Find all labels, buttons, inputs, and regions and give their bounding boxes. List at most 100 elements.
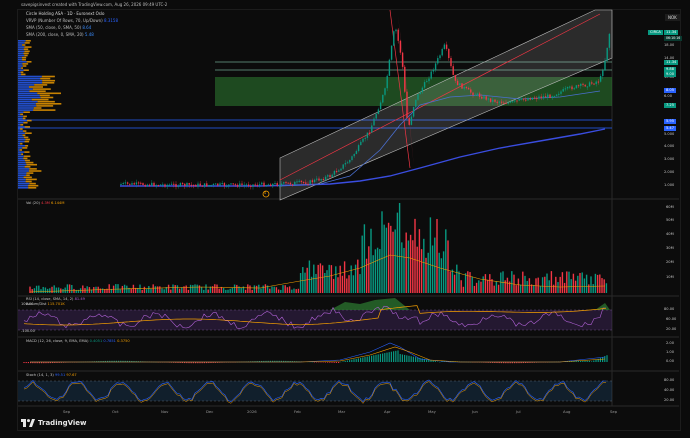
candle-body	[430, 71, 432, 79]
candle-body	[140, 182, 142, 184]
tradingview-logo[interactable]: TradingView	[21, 419, 87, 427]
macd-histogram-bar	[580, 360, 582, 362]
stoch-legend[interactable]: Stoch (14, 1, 3) 99.51 97.67	[26, 373, 77, 378]
volume-profile-bar-up	[18, 151, 25, 153]
volume-bar	[515, 285, 517, 293]
volume-bar	[381, 211, 383, 293]
macd-histogram-bar	[399, 354, 401, 362]
volume-bar	[550, 271, 553, 293]
volume-profile-bar-up	[18, 126, 25, 128]
volume-bar	[255, 285, 258, 293]
volume-profile-bar-down	[20, 142, 23, 145]
macd-histogram-bar	[582, 360, 584, 362]
volume-bar	[359, 274, 361, 293]
volume-profile-bar-up	[18, 50, 25, 53]
volume-bar	[198, 285, 201, 293]
volume-profile-bar-up	[18, 182, 30, 185]
candle-body	[120, 183, 122, 185]
candle-body	[423, 82, 426, 88]
volume-profile-bar-down	[21, 153, 24, 155]
candle-body	[342, 164, 344, 169]
candle-body	[476, 93, 479, 95]
volume-bar	[590, 276, 592, 293]
candle-body	[307, 183, 309, 185]
candle-body	[170, 183, 173, 185]
volume-legend[interactable]: Vol (20) 4.3M 6.144M	[26, 201, 64, 206]
macd-legend[interactable]: MACD (12, 26, close, 9, EMA, EMA) 0.4051…	[26, 339, 130, 344]
candle-body	[142, 183, 144, 186]
volume-profile-bar-up	[18, 166, 25, 168]
volume-bar	[130, 288, 132, 293]
candle-body	[151, 182, 153, 186]
volume-profile-bar-down	[23, 115, 27, 118]
macd-line[interactable]	[30, 342, 606, 363]
macd-signal-line[interactable]	[30, 346, 606, 363]
volume-bar	[552, 284, 555, 293]
candle-body	[228, 184, 230, 186]
tradingview-logo-icon	[21, 419, 35, 427]
macd-histogram-bar	[599, 357, 601, 362]
candle-body	[415, 99, 417, 107]
candle-body	[472, 92, 474, 95]
candle-body	[368, 132, 371, 134]
volume-profile-bar-up	[18, 69, 24, 71]
volume-bar	[592, 284, 594, 293]
volume-bar	[205, 284, 207, 293]
volume-bar	[291, 289, 293, 293]
volume-profile-bar-down	[37, 100, 55, 103]
candle-body	[485, 96, 487, 100]
candle-body	[324, 176, 327, 180]
volume-profile-bar-down	[24, 159, 30, 162]
volume-profile-bar-down	[26, 119, 32, 122]
volume-bar	[387, 222, 390, 293]
volume-profile-bar-down	[26, 174, 30, 176]
volume-profile-bar-down	[31, 98, 49, 101]
volume-profile-bar-down	[22, 130, 27, 132]
volume-bar	[348, 275, 350, 293]
macd-histogram-bar	[327, 362, 329, 363]
volume-bar	[361, 235, 363, 293]
candle-body	[393, 31, 395, 46]
candle-body	[450, 58, 452, 67]
volume-bar	[121, 285, 124, 293]
candle-body	[538, 96, 540, 99]
volume-bar	[599, 274, 601, 293]
volume-bar	[486, 279, 489, 293]
volume-bar	[297, 288, 300, 293]
volume-bar	[497, 284, 500, 293]
volume-bar	[374, 249, 377, 293]
time-axis-label: Apr	[384, 409, 391, 414]
volume-bar	[511, 271, 513, 293]
chart-svg[interactable]	[0, 0, 690, 438]
volume-bar	[317, 264, 319, 293]
macd-histogram-bar	[588, 360, 590, 362]
candle-body	[212, 183, 215, 185]
volume-profile-bar-down	[21, 56, 27, 59]
candle-body	[164, 184, 166, 187]
volume-bars[interactable]	[29, 203, 608, 293]
macd-histogram-bar	[23, 362, 25, 363]
macd-histogram-bar	[586, 360, 588, 362]
volume-bar	[416, 246, 418, 293]
volume-profile-bar-up	[18, 107, 34, 109]
candle-body	[124, 182, 127, 184]
volume-bar	[431, 245, 434, 293]
candle-body	[190, 184, 193, 186]
macd-histogram-bar	[357, 358, 359, 362]
volume-bar	[330, 265, 333, 293]
volume-profile-bar-up	[18, 130, 23, 132]
volume-profile-bar-down	[33, 109, 56, 111]
volume-profile-bar-down	[24, 54, 28, 57]
volume-bar	[66, 284, 69, 293]
macd-histogram-bar	[371, 355, 373, 362]
volume-profile-bar-down	[24, 151, 30, 153]
volume-profile-bar-up	[18, 103, 36, 105]
price-label: 5.000	[664, 132, 675, 136]
candle-body	[294, 181, 296, 185]
candle-body	[437, 58, 439, 64]
volume-bar	[495, 281, 498, 293]
volume-bar	[99, 288, 102, 293]
candle-body	[131, 183, 133, 185]
volume-profile[interactable]	[18, 40, 62, 189]
volume-bar	[456, 264, 458, 293]
